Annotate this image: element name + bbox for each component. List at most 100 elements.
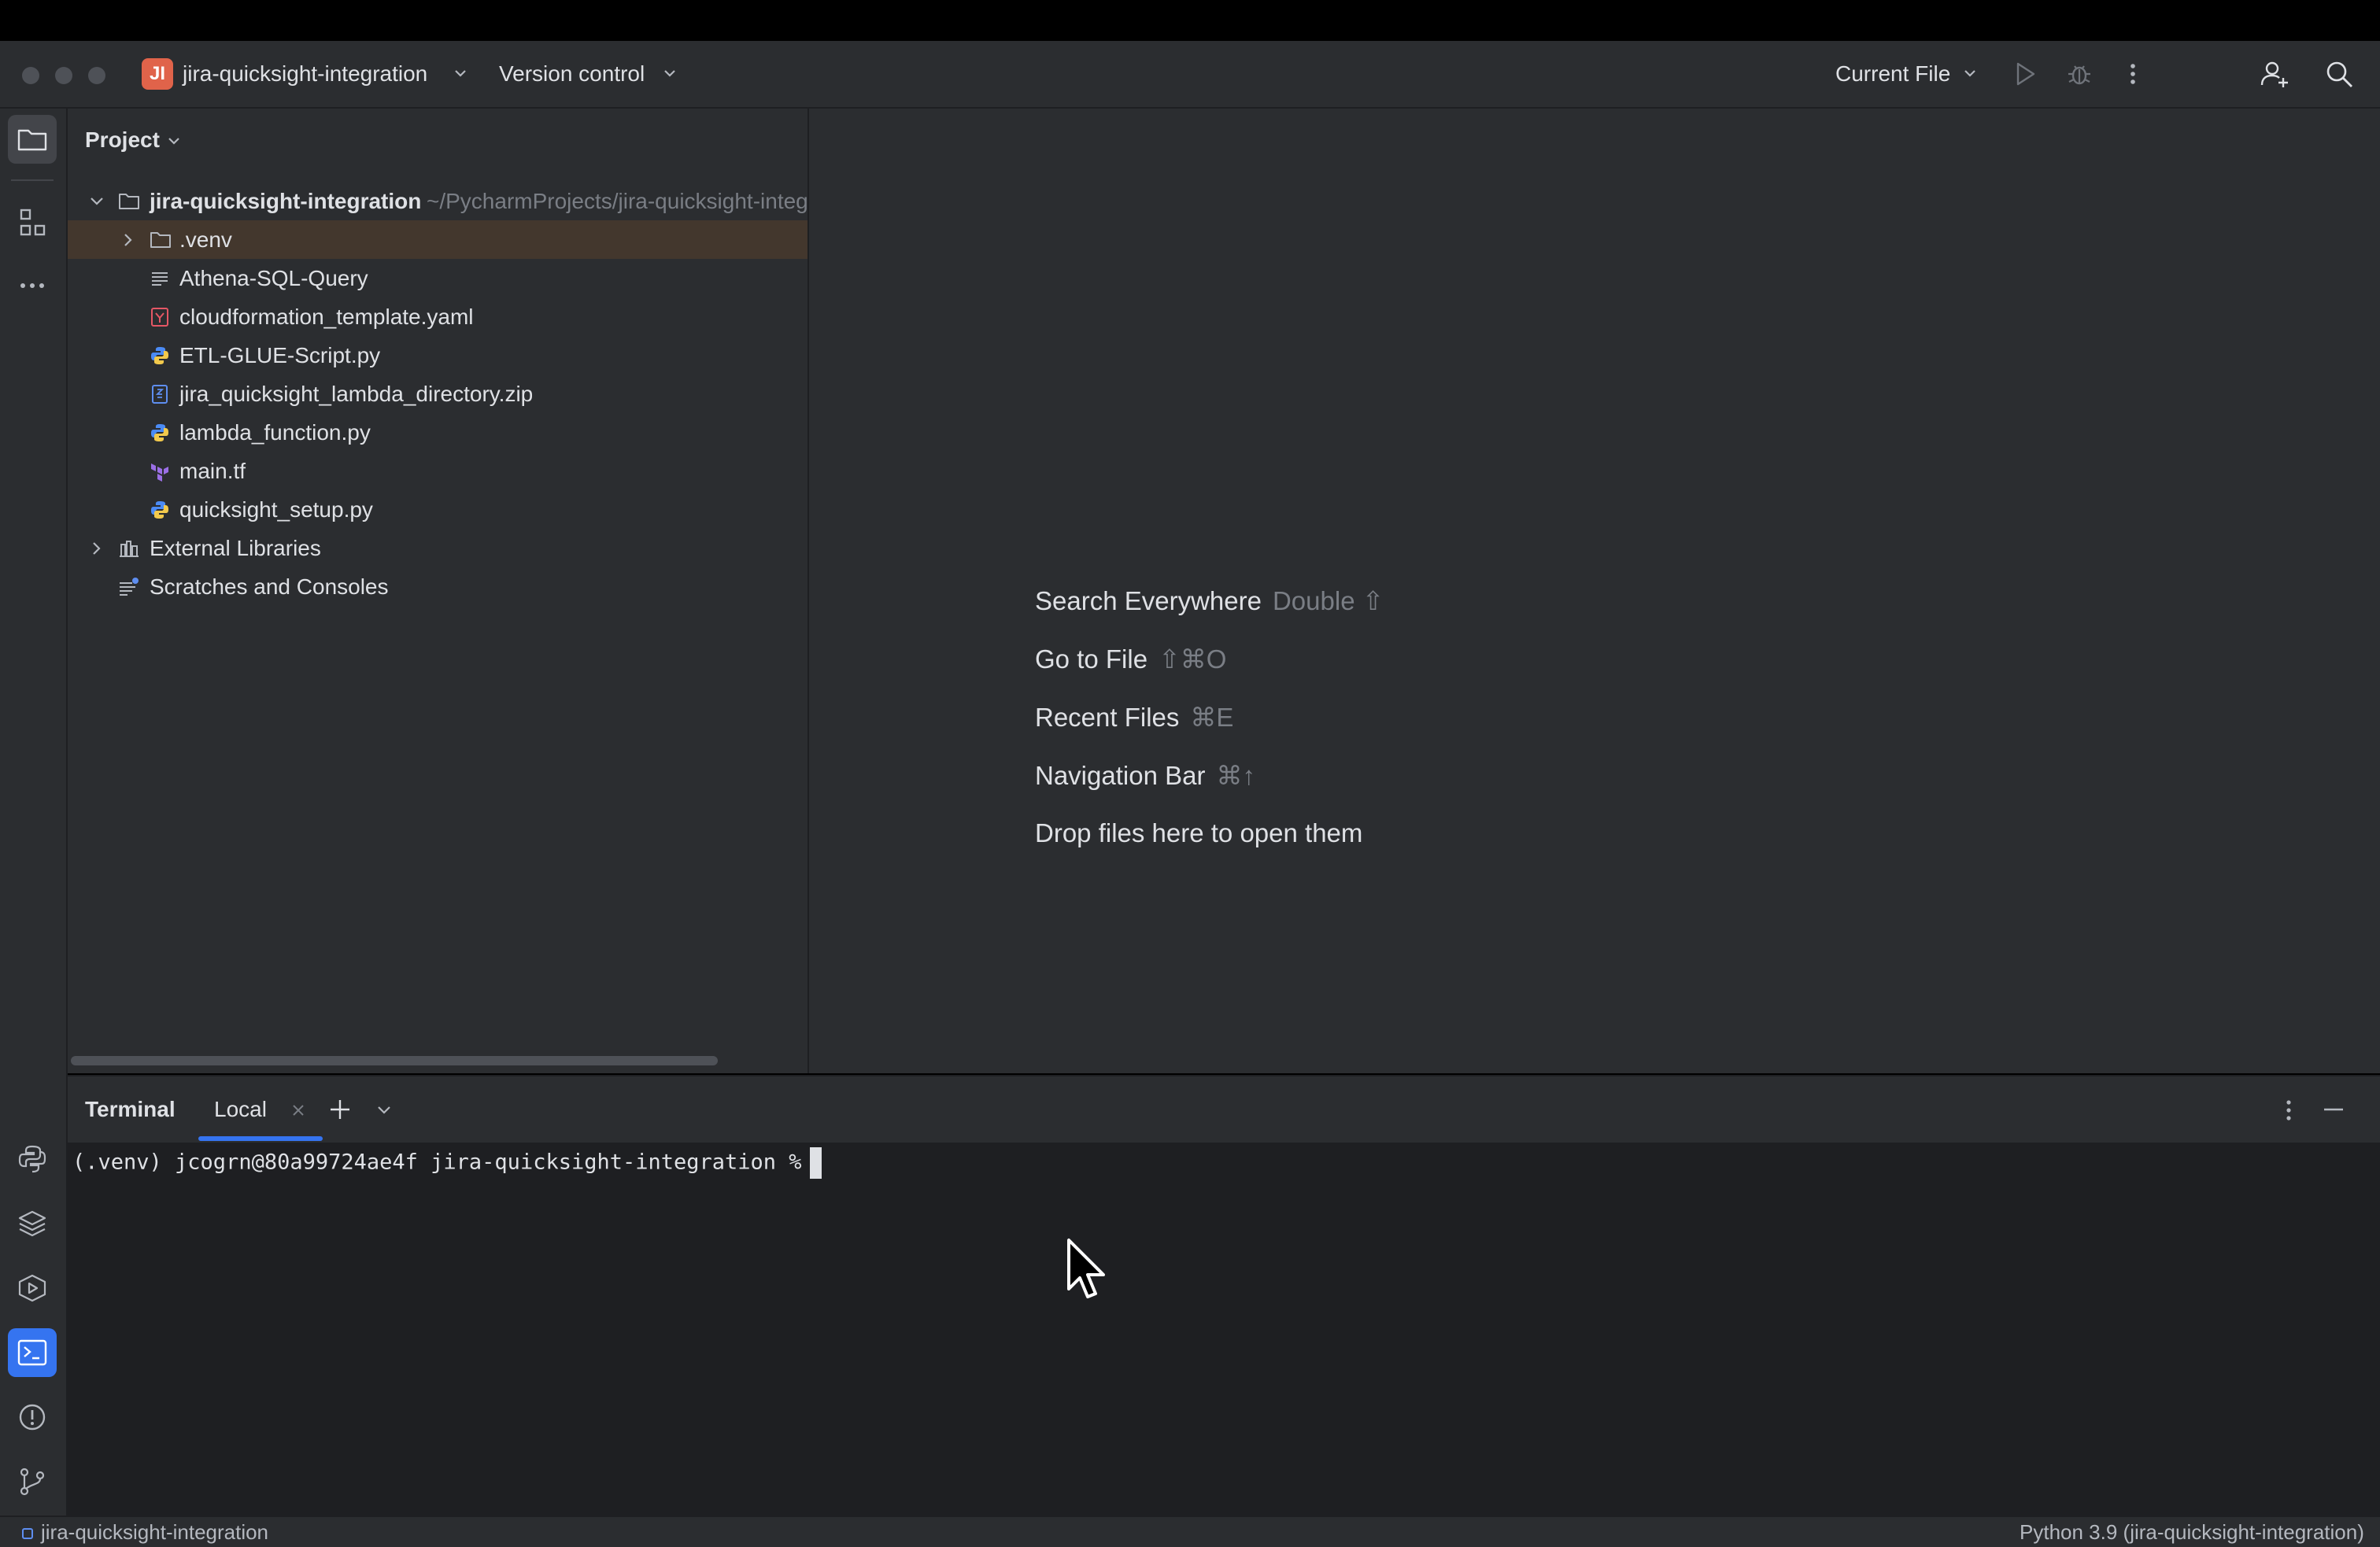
chevron-down-icon [661,65,678,82]
status-bar: jira-quicksight-integration Python 3.9 (… [0,1516,2380,1547]
tree-item-label: lambda_function.py [179,420,371,445]
tree-item-label: main.tf [179,459,246,483]
problems-icon [17,1401,48,1433]
horizontal-scrollbar[interactable] [71,1056,718,1065]
chevron-down-icon[interactable] [375,1100,394,1119]
terraform-file-icon [150,461,170,482]
status-python-interpreter[interactable]: Python 3.9 (jira-quicksight-integration) [2020,1520,2380,1545]
terminal-icon [17,1338,48,1367]
tree-item-label: .venv [179,227,232,252]
chevron-down-icon [1961,65,1979,82]
git-branch-icon [17,1466,48,1497]
tree-item-etl-glue-script[interactable]: ETL-GLUE-Script.py [68,336,808,375]
chevron-down-icon [452,65,469,82]
hint-label: Search Everywhere [1035,586,1262,615]
hint-shortcut: ⌘E [1190,703,1234,732]
more-tools-button[interactable] [8,261,57,310]
close-icon[interactable] [290,1102,307,1119]
more-actions-icon[interactable] [2123,60,2142,88]
scratches-icon [118,577,139,597]
tree-item-label: External Libraries [150,536,321,560]
python-console-button[interactable] [8,1135,57,1183]
chevron-right-icon[interactable] [87,538,107,559]
strip-separator [11,179,54,181]
project-root-path: ~/PycharmProjects/jira-quicksight-integr… [427,189,808,213]
active-tab-indicator [198,1136,323,1141]
layers-icon [17,1208,48,1239]
window-zoom-button[interactable] [88,67,105,84]
tree-item-label: ETL-GLUE-Script.py [179,343,381,367]
tree-item-venv[interactable]: .venv [68,220,808,259]
project-badge: JI [142,58,173,90]
search-icon[interactable] [2323,58,2355,90]
tree-root-row[interactable]: jira-quicksight-integration ~/PycharmPro… [68,182,808,220]
chevron-down-icon[interactable] [165,132,183,150]
tree-item-athena-sql-query[interactable]: Athena-SQL-Query [68,259,808,297]
structure-icon [17,207,48,238]
window-minimize-button[interactable] [55,67,72,84]
project-panel-title[interactable]: Project [85,127,160,153]
problems-button[interactable] [8,1393,57,1442]
debug-button[interactable] [2065,60,2094,88]
minimize-icon[interactable] [2322,1102,2345,1117]
terminal-prompt-line[interactable]: (.venv) jcogrn@80a99724ae4f jira-quicksi… [72,1147,822,1179]
services-icon [17,1272,48,1304]
terminal-tool-button[interactable] [8,1328,57,1377]
terminal-cursor [809,1147,822,1179]
hint-label: Navigation Bar [1035,761,1206,790]
hint-shortcut: Double ⇧ [1272,586,1384,615]
hint-shortcut: ⌘↑ [1216,761,1255,790]
text-file-icon [150,268,170,289]
run-configuration-dropdown[interactable]: Current File [1835,41,1950,107]
folder-icon [17,126,48,153]
version-control-dropdown[interactable]: Version control [499,41,645,107]
library-icon [118,538,139,559]
tree-item-label: cloudformation_template.yaml [179,305,474,329]
hint-recent-files: Recent Files ⌘E [1035,702,1233,733]
project-tool-button[interactable] [8,115,57,164]
python-console-icon [17,1143,48,1175]
tree-item-label: jira_quicksight_lambda_directory.zip [179,382,534,406]
tree-item-lambda-zip[interactable]: jira_quicksight_lambda_directory.zip [68,375,808,413]
run-button[interactable] [2012,60,2038,88]
project-name-dropdown[interactable]: jira-quicksight-integration [183,41,427,107]
window-close-button[interactable] [22,67,39,84]
hint-drop-files: Drop files here to open them [1035,818,1362,848]
python-file-icon [150,345,170,366]
python-file-icon [150,500,170,520]
title-bar: JI jira-quicksight-integration Version c… [0,41,2380,109]
terminal-options-icon[interactable] [2282,1097,2295,1124]
terminal-body[interactable]: (.venv) jcogrn@80a99724ae4f jira-quicksi… [68,1143,2380,1516]
tree-item-cloudformation-template[interactable]: cloudformation_template.yaml [68,297,808,336]
chevron-down-icon[interactable] [87,191,107,212]
project-status-icon [22,1528,33,1539]
folder-icon [150,230,171,250]
tree-item-label: Athena-SQL-Query [179,266,368,290]
services-button[interactable] [8,1264,57,1313]
tree-item-external-libraries[interactable]: External Libraries [68,529,808,567]
terminal-tab-local[interactable]: Local [214,1097,267,1122]
yaml-file-icon [150,307,170,327]
add-user-icon[interactable] [2259,58,2290,90]
tree-item-lambda-function[interactable]: lambda_function.py [68,413,808,452]
hint-label: Recent Files [1035,703,1180,732]
tool-window-strip [0,109,68,1516]
tree-item-main-tf[interactable]: main.tf [68,452,808,490]
terminal-header: Terminal Local [68,1075,2380,1144]
git-button[interactable] [8,1457,57,1506]
python-file-icon [150,423,170,443]
python-packages-button[interactable] [8,1199,57,1248]
hint-go-to-file: Go to File ⇧⌘O [1035,644,1226,674]
new-tab-icon[interactable] [327,1097,353,1122]
tree-item-label: quicksight_setup.py [179,497,373,522]
status-project-name[interactable]: jira-quicksight-integration [41,1520,268,1545]
tree-item-scratches[interactable]: Scratches and Consoles [68,567,808,606]
structure-tool-button[interactable] [8,198,57,247]
tree-item-quicksight-setup[interactable]: quicksight_setup.py [68,490,808,529]
chevron-right-icon[interactable] [118,230,139,250]
terminal-title: Terminal [85,1097,176,1121]
hint-search-everywhere: Search Everywhere Double ⇧ [1035,585,1384,616]
project-root-name: jira-quicksight-integration [150,189,422,213]
hint-label: Drop files here to open them [1035,818,1363,847]
more-horizontal-icon [17,278,48,294]
